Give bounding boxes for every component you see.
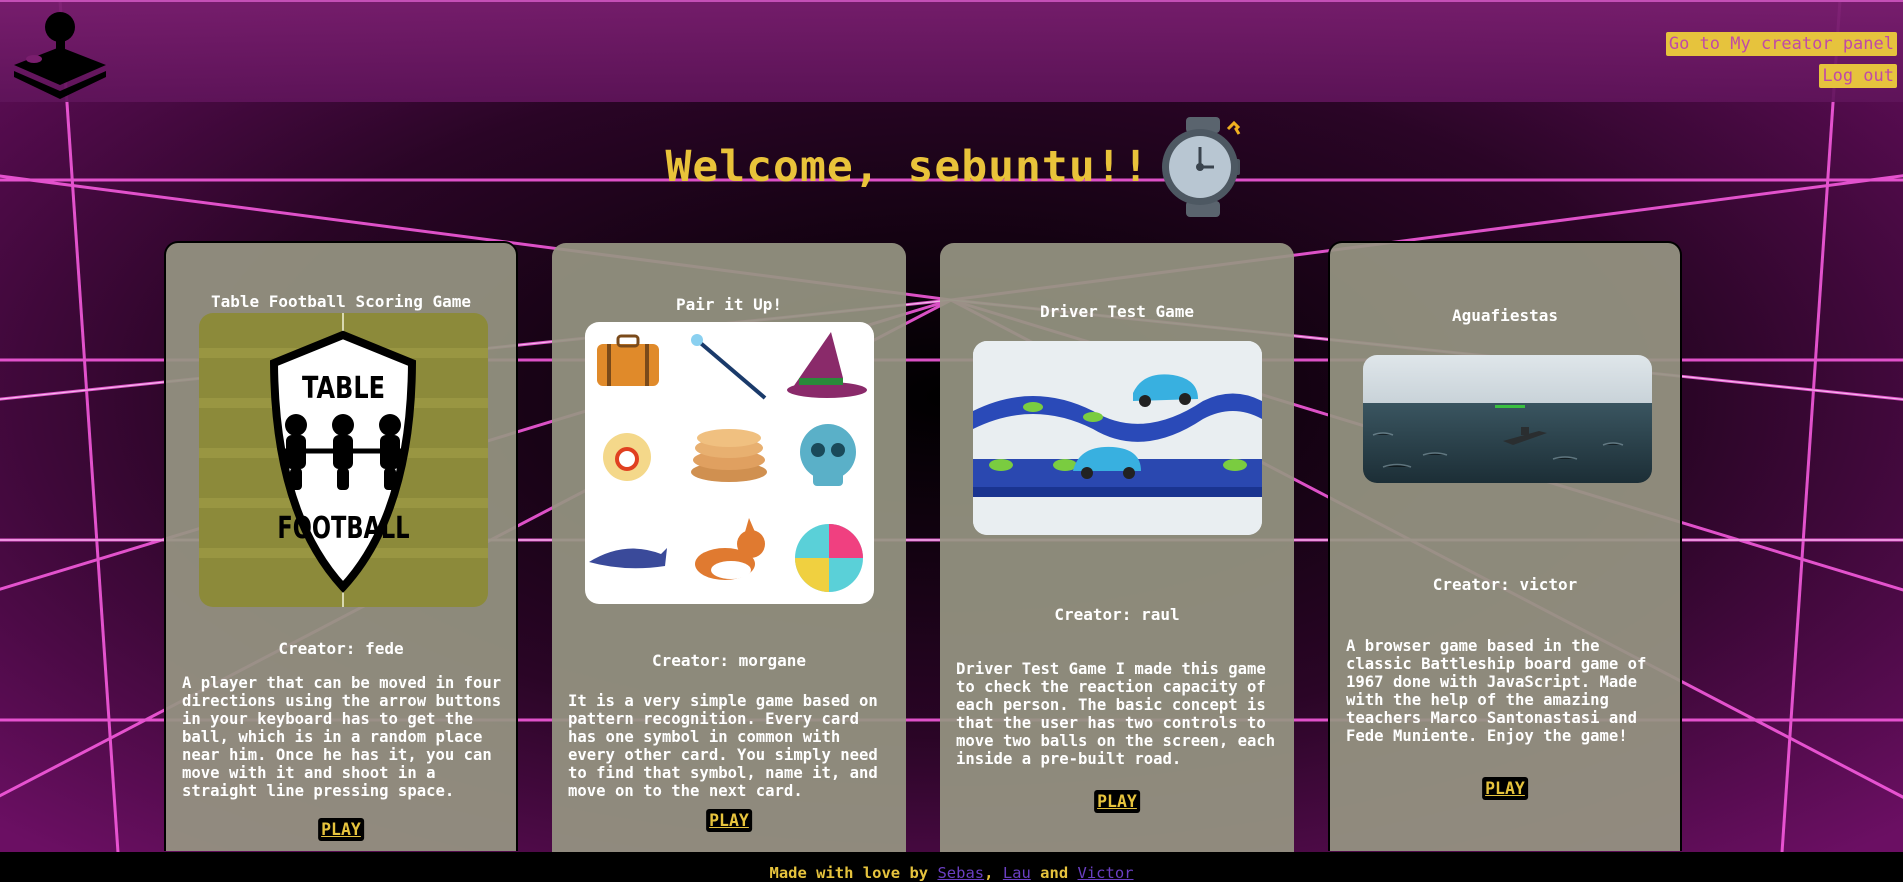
play-button[interactable]: PLAY <box>1094 790 1140 813</box>
game-thumbnail[interactable]: TABLE FOOTBALL <box>199 313 488 607</box>
joystick-logo-icon[interactable] <box>4 7 109 102</box>
game-thumbnail[interactable] <box>1363 355 1652 483</box>
welcome-title: Welcome, sebuntu!! <box>665 142 1150 192</box>
author-link-sebas[interactable]: Sebas <box>937 864 984 882</box>
game-description: A browser game based in the classic Batt… <box>1346 637 1647 745</box>
thumbnail-label-top: TABLE <box>301 371 386 406</box>
author-link-lau[interactable]: Lau <box>1003 864 1031 882</box>
battleship-sea-icon <box>1363 355 1652 483</box>
game-title: Driver Test Game <box>1039 302 1195 321</box>
game-card-driver-test: Driver Test Game Creator: raul Driver Te… <box>940 243 1294 853</box>
game-title: Table Football Scoring Game <box>210 292 472 311</box>
creator-panel-button[interactable]: Go to My creator panel <box>1665 32 1897 56</box>
play-button[interactable]: PLAY <box>706 809 752 832</box>
game-thumbnail[interactable] <box>973 341 1262 535</box>
table-football-shield-icon <box>199 313 488 607</box>
game-creator: Creator: raul <box>1054 605 1180 624</box>
symbols-grid-icon <box>589 332 867 592</box>
game-thumbnail[interactable] <box>585 322 874 604</box>
game-creator: Creator: fede <box>278 639 404 658</box>
author-link-victor[interactable]: Victor <box>1078 864 1134 882</box>
game-creator: Creator: victor <box>1432 575 1578 594</box>
page-footer: Made with love by Sebas, Lau and Victor <box>0 852 1903 882</box>
welcome-banner: Welcome, sebuntu!! <box>0 112 1903 222</box>
game-card-table-football: Table Football Scoring Game TABLE FOOTBA… <box>164 241 518 851</box>
game-title: Aguafiestas <box>1452 306 1558 325</box>
thumbnail-label-bottom: FOOTBALL <box>277 511 410 546</box>
game-description: It is a very simple game based on patter… <box>568 692 878 800</box>
game-card-aguafiestas: Aguafiestas Creator: victor A browser ga… <box>1328 241 1682 851</box>
toy-cars-track-icon <box>973 341 1262 535</box>
logout-button[interactable]: Log out <box>1819 64 1897 88</box>
footer-and: and <box>1040 864 1069 882</box>
game-description: A player that can be moved in four direc… <box>182 674 502 800</box>
game-description: Driver Test Game I made this game to che… <box>956 660 1276 768</box>
game-card-pair-it-up: Pair it Up! Creator: morgane It is a ver… <box>552 243 906 853</box>
footer-prefix: Made with love by <box>769 864 929 882</box>
game-title: Pair it Up! <box>676 295 782 314</box>
game-creator: Creator: morgane <box>651 651 807 670</box>
play-button[interactable]: PLAY <box>318 818 364 841</box>
stopwatch-icon <box>1161 116 1240 217</box>
footer-separator: , <box>984 864 994 882</box>
play-button[interactable]: PLAY <box>1482 777 1528 800</box>
top-header: Go to My creator panel Log out <box>0 0 1903 102</box>
